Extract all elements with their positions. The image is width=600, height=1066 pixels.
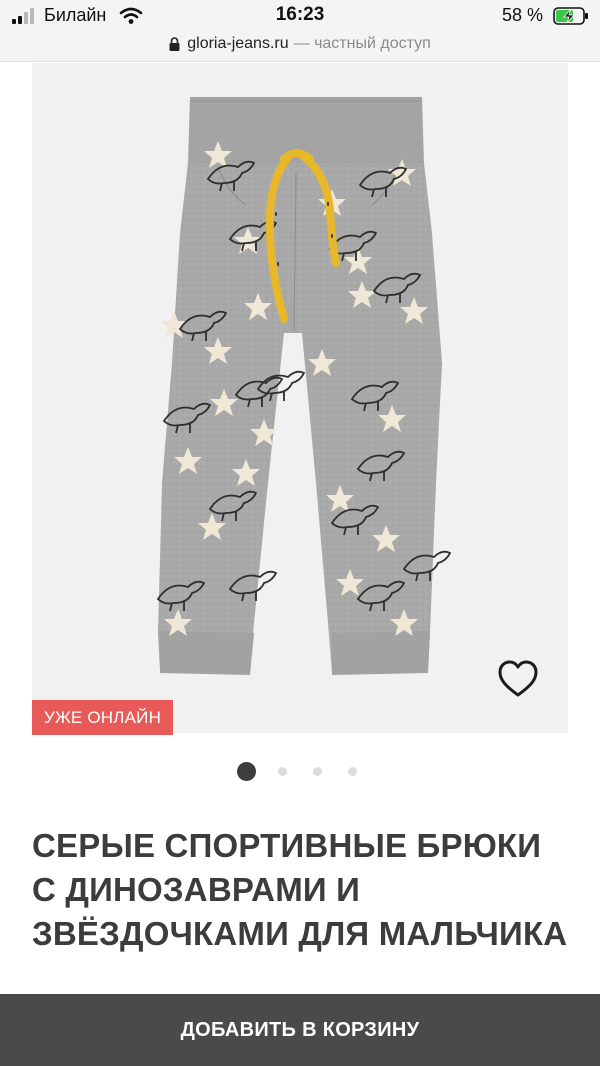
- online-badge: УЖЕ ОНЛАЙН: [32, 700, 174, 735]
- heart-outline-icon[interactable]: [494, 657, 542, 701]
- carousel-dot-1[interactable]: [237, 762, 256, 781]
- add-to-cart-button[interactable]: ДОБАВИТЬ В КОРЗИНУ: [0, 994, 600, 1066]
- url-host: gloria-jeans.ru: [187, 35, 289, 52]
- private-mode-label: — частный доступ: [293, 35, 431, 52]
- status-bar: Билайн 16:23 58 %: [0, 0, 600, 32]
- pants-image: [157, 97, 451, 675]
- product-image[interactable]: УЖЕ ОНЛАЙН: [32, 63, 568, 735]
- product-title: СЕРЫЕ СПОРТИВНЫЕ БРЮКИ С ДИНОЗАВРАМИ И З…: [32, 827, 568, 952]
- lock-icon: [169, 37, 180, 51]
- carousel-dot-3[interactable]: [313, 767, 322, 776]
- battery-percentage: 58 %: [502, 5, 544, 25]
- battery-charging-icon: [553, 7, 588, 25]
- carousel-dot-2[interactable]: [278, 767, 287, 776]
- carousel-dot-4[interactable]: [348, 767, 357, 776]
- address-bar[interactable]: gloria-jeans.ru — частный доступ: [0, 32, 600, 62]
